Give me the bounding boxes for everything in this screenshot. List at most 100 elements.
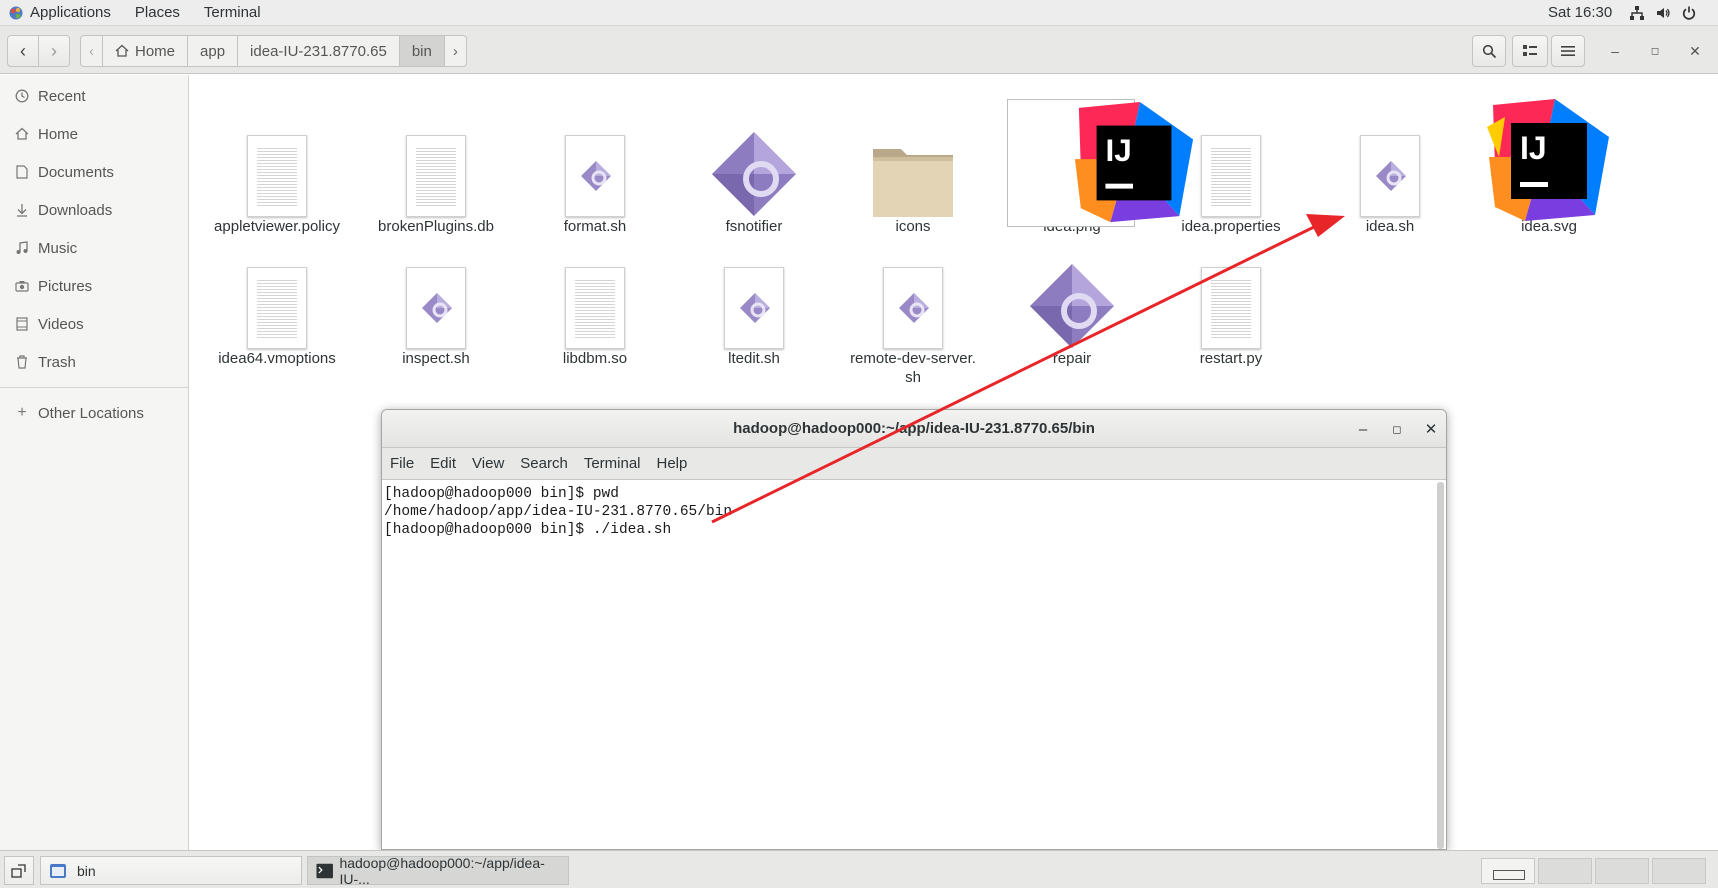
- chevron-right-icon: ›: [51, 40, 57, 61]
- workspace-2[interactable]: [1538, 858, 1592, 884]
- sidebar-separator: [0, 387, 188, 388]
- path-crumb-home[interactable]: Home: [103, 36, 189, 66]
- file-item[interactable]: icons: [838, 87, 988, 236]
- file-manager-icon: [50, 863, 66, 878]
- sidebar-item-videos[interactable]: Videos: [0, 305, 188, 343]
- workspace-4[interactable]: [1652, 858, 1706, 884]
- volume-icon[interactable]: [1654, 4, 1672, 22]
- terminal-menu-edit[interactable]: Edit: [422, 455, 464, 472]
- file-name: libdbm.so: [562, 350, 628, 367]
- file-item[interactable]: inspect.sh: [361, 219, 511, 368]
- terminal-menu-file[interactable]: File: [382, 455, 422, 472]
- network-icon[interactable]: [1628, 4, 1646, 22]
- terminal-menu[interactable]: Terminal: [192, 4, 273, 21]
- script-file-icon: [406, 267, 466, 349]
- places-menu[interactable]: Places: [123, 4, 192, 21]
- file-item[interactable]: ltedit.sh: [679, 219, 829, 368]
- file-item[interactable]: IJ idea.svg: [1474, 87, 1624, 236]
- sidebar-item-pictures[interactable]: Pictures: [0, 267, 188, 305]
- sidebar-item-downloads[interactable]: Downloads: [0, 191, 188, 229]
- path-scroll-left-button[interactable]: ‹: [81, 36, 103, 66]
- file-item[interactable]: format.sh: [520, 87, 670, 236]
- hamburger-icon: [1561, 46, 1575, 56]
- taskbar-item-terminal[interactable]: hadoop@hadoop000:~/app/idea-IU-...: [307, 855, 569, 887]
- terminal-maximize-button[interactable]: ◻: [1386, 418, 1408, 440]
- file-item[interactable]: fsnotifier: [679, 87, 829, 236]
- file-item[interactable]: restart.py: [1156, 219, 1306, 368]
- terminal-minimize-button[interactable]: –: [1352, 418, 1374, 440]
- applications-menu[interactable]: Applications: [18, 4, 123, 21]
- workspace-1[interactable]: [1481, 858, 1535, 884]
- chevron-left-icon: ‹: [89, 42, 94, 60]
- text-file-icon: [1201, 267, 1261, 349]
- terminal-window[interactable]: hadoop@hadoop000:~/app/idea-IU-231.8770.…: [381, 409, 1447, 850]
- top-panel: Applications Places Terminal Sat 16:30: [0, 0, 1718, 26]
- terminal-titlebar[interactable]: hadoop@hadoop000:~/app/idea-IU-231.8770.…: [382, 410, 1446, 448]
- sidebar-item-label: Videos: [38, 315, 84, 333]
- back-button[interactable]: ‹: [7, 35, 39, 67]
- workspace-3[interactable]: [1595, 858, 1649, 884]
- terminal-menu-terminal[interactable]: Terminal: [576, 455, 649, 472]
- path-crumb-bin[interactable]: bin: [399, 36, 445, 66]
- file-name: repair: [1052, 350, 1092, 367]
- sidebar-item-trash[interactable]: Trash: [0, 343, 188, 381]
- path-scroll-right-button[interactable]: ›: [445, 36, 466, 66]
- taskbar-item-label: bin: [77, 862, 96, 879]
- terminal-title: hadoop@hadoop000:~/app/idea-IU-231.8770.…: [733, 420, 1095, 437]
- script-file-icon: [883, 267, 943, 349]
- file-name-line2: sh: [905, 369, 921, 386]
- terminal-menu-view[interactable]: View: [464, 455, 512, 472]
- terminal-menu-search[interactable]: Search: [512, 455, 576, 472]
- path-crumb-idea[interactable]: idea-IU-231.8770.65: [238, 36, 400, 66]
- terminal-scrollbar[interactable]: [1437, 482, 1444, 849]
- sidebar-item-other-locations[interactable]: + Other Locations: [0, 394, 188, 432]
- executable-icon: [1030, 264, 1114, 348]
- terminal-close-button[interactable]: ✕: [1420, 418, 1442, 440]
- taskbar: bin hadoop@hadoop000:~/app/idea-IU-...: [0, 850, 1718, 888]
- terminal-menubar: File Edit View Search Terminal Help: [382, 448, 1446, 480]
- search-button[interactable]: [1472, 35, 1506, 67]
- file-item[interactable]: idea.sh: [1315, 87, 1465, 236]
- maximize-button[interactable]: ◻: [1644, 40, 1666, 62]
- close-icon: ✕: [1424, 421, 1438, 438]
- clock[interactable]: Sat 16:30: [1548, 4, 1612, 21]
- show-desktop-button[interactable]: [4, 856, 34, 885]
- text-file-icon: [247, 267, 307, 349]
- maximize-icon: ◻: [1392, 423, 1402, 436]
- text-file-icon: [406, 135, 466, 217]
- view-toggle-button[interactable]: [1512, 35, 1548, 67]
- file-item[interactable]: libdbm.so: [520, 219, 670, 368]
- menu-button[interactable]: [1551, 35, 1585, 67]
- home-icon: [14, 126, 30, 142]
- file-item[interactable]: remote-dev-server. sh: [838, 219, 988, 387]
- intellij-logo-icon: IJ: [1487, 99, 1609, 221]
- terminal-menu-help[interactable]: Help: [649, 455, 696, 472]
- path-crumb-label: Home: [135, 42, 176, 60]
- sidebar-item-recent[interactable]: Recent: [0, 77, 188, 115]
- sidebar-item-label: Trash: [38, 353, 76, 371]
- terminal-line: [hadoop@hadoop000 bin]$ pwd: [384, 486, 619, 502]
- minimize-button[interactable]: –: [1604, 40, 1626, 62]
- power-icon[interactable]: [1680, 4, 1698, 22]
- terminal-output[interactable]: [hadoop@hadoop000 bin]$ pwd/home/hadoop/…: [382, 480, 1434, 849]
- file-item[interactable]: idea.properties: [1156, 87, 1306, 236]
- sidebar-item-documents[interactable]: Documents: [0, 153, 188, 191]
- file-item-selected[interactable]: IJ idea.png: [997, 87, 1194, 236]
- chevron-right-icon: ›: [452, 42, 458, 60]
- home-icon: [115, 44, 129, 57]
- file-item[interactable]: repair: [997, 219, 1147, 368]
- taskbar-item-bin[interactable]: bin: [40, 856, 302, 885]
- forward-button[interactable]: ›: [38, 35, 70, 67]
- close-button[interactable]: ✕: [1684, 40, 1706, 62]
- terminal-icon: [316, 863, 333, 878]
- path-crumb-app[interactable]: app: [188, 36, 239, 66]
- text-file-icon: [1201, 135, 1261, 217]
- file-item[interactable]: appletviewer.policy: [202, 87, 352, 236]
- minimize-icon: –: [1611, 43, 1619, 59]
- file-name: idea64.vmoptions: [218, 350, 336, 367]
- sidebar-item-home[interactable]: Home: [0, 115, 188, 153]
- file-item[interactable]: brokenPlugins.db: [361, 87, 511, 236]
- file-item[interactable]: idea64.vmoptions: [202, 219, 352, 368]
- sidebar-item-music[interactable]: Music: [0, 229, 188, 267]
- file-name: remote-dev-server.: [850, 350, 976, 367]
